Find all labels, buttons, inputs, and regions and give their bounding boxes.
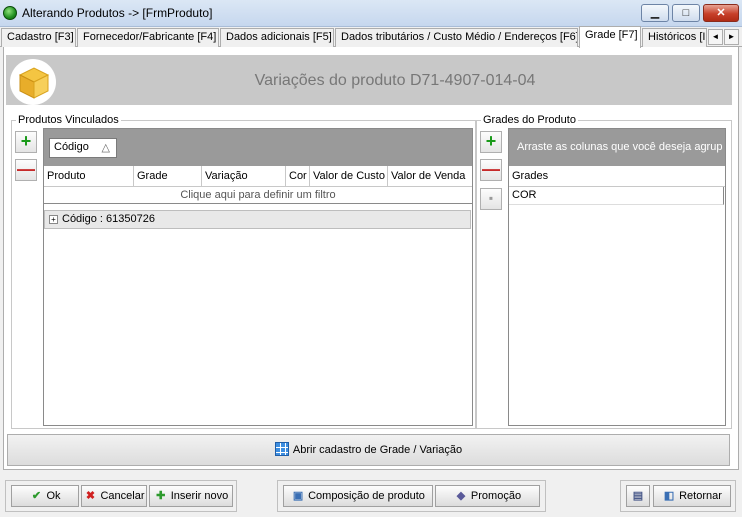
chip-label: Código — [54, 141, 89, 153]
footer-actions-group: ✔ Ok ✖ Cancelar ✚ Inserir novo — [5, 480, 237, 512]
group-panel-hint: Arraste as colunas que você deseja agrup — [517, 141, 723, 153]
open-grade-cadastro-button[interactable]: Abrir cadastro de Grade / Variação — [7, 434, 730, 466]
promotion-tag-icon: ◆ — [456, 490, 466, 502]
column-header-produto[interactable]: Produto — [44, 166, 134, 187]
footer-product-group: ▣ Composição de produto ◆ Promoção — [277, 480, 546, 512]
promocao-label: Promoção — [470, 490, 522, 502]
composicao-de-produto-button[interactable]: ▣ Composição de produto — [283, 485, 433, 507]
composition-icon: ▣ — [292, 490, 304, 502]
cancel-label: Cancelar — [100, 490, 145, 502]
window-title: Alterando Produtos -> [FrmProduto] — [22, 6, 213, 20]
product-box-icon — [10, 59, 56, 105]
group-row[interactable]: + Código : 61350726 — [44, 210, 471, 229]
column-header-grade[interactable]: Grade — [134, 166, 202, 187]
column-header-grades[interactable]: Grades — [509, 166, 725, 187]
plus-icon: + — [20, 131, 32, 151]
composicao-label: Composição de produto — [308, 490, 425, 502]
open-grade-label: Abrir cadastro de Grade / Variação — [292, 444, 463, 456]
group-by-codigo-chip[interactable]: Código △ — [49, 138, 117, 158]
cube-icon: ▪ — [488, 191, 494, 205]
app-icon — [3, 6, 17, 20]
plus-icon: + — [485, 131, 497, 151]
minimize-button[interactable]: ▁ — [641, 4, 669, 22]
retornar-button[interactable]: ◧ Retornar — [653, 485, 731, 507]
filter-row[interactable]: Clique aqui para definir um filtro — [44, 188, 472, 204]
tab-grade[interactable]: Grade [F7] — [579, 26, 641, 48]
insert-new-button[interactable]: ✚ Inserir novo — [149, 485, 233, 507]
column-header-valor-de-venda[interactable]: Valor de Venda — [388, 166, 472, 187]
sort-ascending-icon: △ — [101, 142, 110, 154]
tab-historicos[interactable]: Históricos [I — [642, 28, 707, 47]
promocao-button[interactable]: ◆ Promoção — [435, 485, 540, 507]
add-icon: ✚ — [156, 490, 166, 502]
close-button[interactable]: ✕ — [703, 4, 739, 22]
ok-label: Ok — [46, 490, 61, 502]
insert-label: Inserir novo — [170, 490, 229, 502]
column-header-cor[interactable]: Cor — [286, 166, 310, 187]
produtos-vinculados-legend: Produtos Vinculados — [16, 114, 121, 126]
save-layout-button[interactable]: ▤ — [626, 485, 650, 507]
page-title: Variações do produto D71-4907-014-04 — [254, 72, 536, 89]
checkmark-icon: ✔ — [31, 490, 42, 502]
column-header-variacao[interactable]: Variação — [202, 166, 286, 187]
expand-icon[interactable]: + — [49, 214, 58, 224]
maximize-button[interactable]: □ — [672, 4, 700, 22]
cancel-button[interactable]: ✖ Cancelar — [81, 485, 147, 507]
remove-grade-button[interactable]: — — [480, 159, 502, 181]
tab-scroll-left-button[interactable]: ◄ — [708, 29, 723, 45]
minus-icon: — — [482, 159, 500, 179]
save-icon: ▤ — [632, 490, 644, 502]
tab-cadastro[interactable]: Cadastro [F3] — [1, 28, 76, 47]
cancel-icon: ✖ — [85, 490, 96, 502]
column-header-valor-de-custo[interactable]: Valor de Custo — [310, 166, 388, 187]
footer-nav-group: ▤ ◧ Retornar — [620, 480, 736, 512]
return-icon: ◧ — [663, 490, 675, 502]
minus-icon: — — [17, 159, 35, 179]
grid-icon — [274, 442, 289, 456]
grades-do-produto-legend: Grades do Produto — [481, 114, 578, 126]
tab-dados-adicionais[interactable]: Dados adicionais [F5] — [220, 28, 334, 47]
tab-dados-tributarios[interactable]: Dados tributários / Custo Médio / Endere… — [335, 28, 578, 47]
ok-button[interactable]: ✔ Ok — [11, 485, 79, 507]
grades-group-panel[interactable]: Arraste as colunas que você deseja agrup — [509, 129, 725, 166]
retornar-label: Retornar — [679, 490, 722, 502]
grade-row-cor[interactable]: COR — [509, 187, 724, 205]
grade-options-button[interactable]: ▪ — [480, 188, 502, 210]
add-grade-button[interactable]: + — [480, 131, 502, 153]
add-produto-button[interactable]: + — [15, 131, 37, 153]
tab-fornecedor-fabricante[interactable]: Fornecedor/Fabricante [F4] — [77, 28, 219, 47]
tab-strip: Cadastro [F3] Fornecedor/Fabricante [F4]… — [0, 26, 742, 48]
remove-produto-button[interactable]: — — [15, 159, 37, 181]
group-row-label: Código : 61350726 — [62, 213, 155, 225]
tab-scroll-right-button[interactable]: ► — [724, 29, 739, 45]
